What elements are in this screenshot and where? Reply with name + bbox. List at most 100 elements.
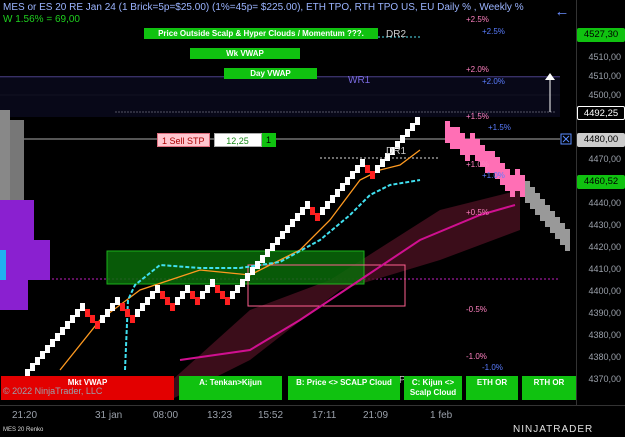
eth-or-button[interactable]: ETH OR xyxy=(466,376,518,400)
price-tick: 4380,00 xyxy=(588,330,621,340)
bull-brick xyxy=(375,165,380,173)
price-tag-last: 4460,52 xyxy=(577,175,625,189)
bull-brick xyxy=(75,309,80,317)
pct-label: -1.0% xyxy=(466,352,487,361)
price-tag-stop: 4480,00 xyxy=(577,133,625,147)
bear-brick xyxy=(160,291,165,299)
price-tick: 4420,00 xyxy=(588,242,621,252)
bull-brick xyxy=(40,351,45,359)
pct-label: +1.5% xyxy=(488,123,511,132)
time-tick: 08:00 xyxy=(153,410,179,421)
bull-brick xyxy=(205,285,210,293)
pct-label: +2.0% xyxy=(482,77,505,86)
bull-brick xyxy=(330,195,335,203)
bull-brick xyxy=(265,249,270,257)
bull-brick xyxy=(325,201,330,209)
bull-brick xyxy=(320,207,325,215)
pink-brick xyxy=(455,127,460,149)
bull-brick xyxy=(245,273,250,281)
bull-brick xyxy=(380,159,385,167)
scalp-momentum-button[interactable]: Price Outside Scalp & Hyper Clouds / Mom… xyxy=(144,28,378,39)
bull-brick xyxy=(80,303,85,311)
pct-label: +2.5% xyxy=(482,27,505,36)
pink-brick xyxy=(525,181,530,203)
pink-brick xyxy=(555,217,560,239)
bull-brick xyxy=(280,231,285,239)
sell-stop-order[interactable]: 1 Sell STP 12,25 1 xyxy=(157,133,276,147)
bull-brick xyxy=(250,267,255,275)
bear-brick xyxy=(220,291,225,299)
bull-brick xyxy=(145,297,150,305)
time-axis-divider xyxy=(0,405,625,406)
bear-brick xyxy=(125,309,130,317)
order-label[interactable]: 1 Sell STP xyxy=(157,133,210,147)
pink-brick xyxy=(560,223,565,245)
bull-brick xyxy=(305,201,310,209)
tenkan-kijun-button[interactable]: A: Tenkan>Kijun xyxy=(179,376,282,400)
bull-brick xyxy=(185,285,190,293)
pink-brick xyxy=(520,175,525,197)
bull-brick xyxy=(400,135,405,143)
bull-brick xyxy=(155,285,160,293)
bull-brick xyxy=(275,237,280,245)
bull-brick xyxy=(50,339,55,347)
bull-brick xyxy=(285,225,290,233)
bull-brick xyxy=(340,183,345,191)
wk-vwap-button[interactable]: Wk VWAP xyxy=(190,48,300,59)
bear-brick xyxy=(85,309,90,317)
pink-brick xyxy=(515,169,520,191)
bull-brick xyxy=(140,303,145,311)
pink-brick xyxy=(470,133,475,155)
pink-brick xyxy=(450,127,455,149)
bull-brick xyxy=(60,327,65,335)
bull-brick xyxy=(30,363,35,371)
scalp-cloud-button[interactable]: B: Price <> SCALP Cloud xyxy=(288,376,400,400)
bear-brick xyxy=(190,291,195,299)
bull-brick xyxy=(295,213,300,221)
bear-brick xyxy=(195,297,200,305)
pink-brick xyxy=(510,175,515,197)
bear-brick xyxy=(95,321,100,329)
pink-brick xyxy=(465,139,470,161)
bull-brick xyxy=(345,177,350,185)
price-tick: 4400,00 xyxy=(588,286,621,296)
time-tick: 1 feb xyxy=(430,410,453,421)
price-chart[interactable] xyxy=(0,0,625,437)
chart-window: MES or ES 20 RE Jan 24 (1 Brick=5p=$25.0… xyxy=(0,0,625,437)
price-tick: 4470,00 xyxy=(588,154,621,164)
bull-brick xyxy=(255,261,260,269)
bull-brick xyxy=(360,159,365,167)
time-tick: 17:11 xyxy=(312,410,337,421)
order-price[interactable]: 12,25 xyxy=(213,133,262,147)
copyright: © 2022 NinjaTrader, LLC xyxy=(3,386,103,396)
pink-brick xyxy=(460,133,465,155)
price-tick: 4380,00 xyxy=(588,352,621,362)
day-vwap-button[interactable]: Day VWAP xyxy=(224,68,317,79)
bull-brick xyxy=(180,291,185,299)
order-count[interactable]: 1 xyxy=(261,133,276,147)
pct-label: +1.5% xyxy=(466,112,489,121)
bear-brick xyxy=(170,303,175,311)
bull-brick xyxy=(355,165,360,173)
bull-brick xyxy=(270,243,275,251)
pct-label: -0.5% xyxy=(466,305,487,314)
bull-brick xyxy=(35,357,40,365)
price-tag-current: 4492,25 xyxy=(577,106,625,120)
bull-brick xyxy=(100,315,105,323)
kijun-scalp-button[interactable]: C: Kijun <> Scalp Cloud xyxy=(404,376,462,400)
time-tick: 15:52 xyxy=(258,410,284,421)
price-tick: 4410,00 xyxy=(588,264,621,274)
price-tag-top: 4527,30 xyxy=(577,28,625,42)
bull-brick xyxy=(55,333,60,341)
pct-label: +1.0% xyxy=(482,171,505,180)
pct-label: +2.0% xyxy=(466,65,489,74)
price-tick: 4390,00 xyxy=(588,308,621,318)
bull-brick xyxy=(200,291,205,299)
bear-brick xyxy=(165,297,170,305)
price-tick: 4510,00 xyxy=(588,52,621,62)
pink-brick xyxy=(540,199,545,221)
time-tick: 21:20 xyxy=(12,410,38,421)
volume-profile xyxy=(0,110,50,310)
pct-label: +1.0% xyxy=(466,160,489,169)
rth-or-button[interactable]: RTH OR xyxy=(522,376,576,400)
